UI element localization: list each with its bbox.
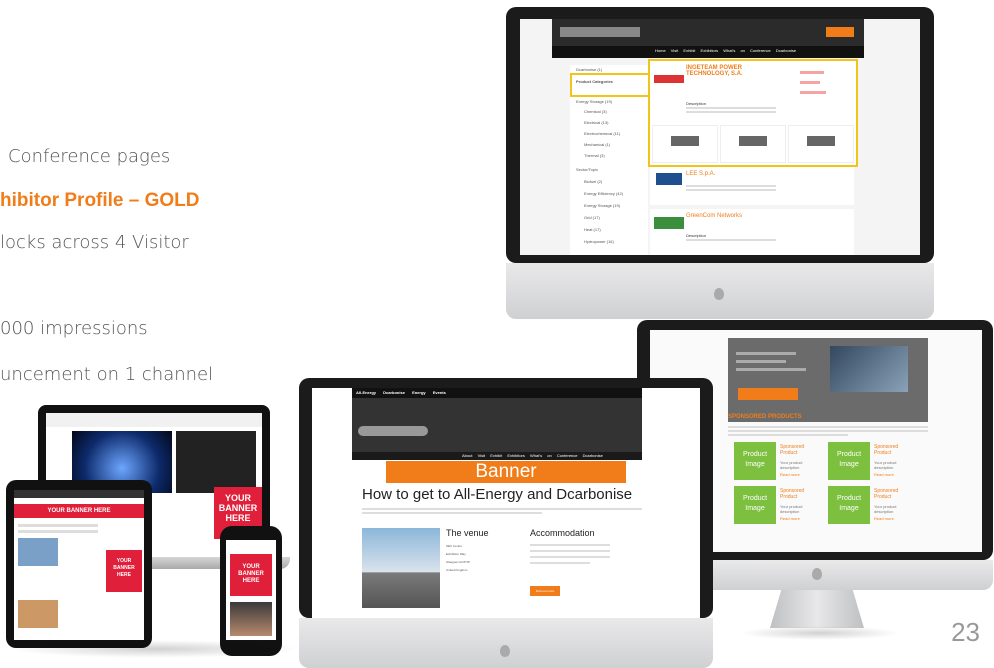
nav-item-exhibitors[interactable]: Exhibitors (701, 48, 719, 53)
banner-placeholder[interactable]: Banner (386, 461, 626, 483)
sidebar-item[interactable]: Chemical (3) (584, 109, 607, 114)
apple-logo-icon (812, 568, 822, 580)
sidebar-item[interactable]: Thermal (3) (584, 153, 605, 158)
bullet-exhibitor-profile-gold: hibitor Profile – GOLD (0, 190, 200, 211)
exhibitor-logo (654, 75, 684, 83)
sidebar-item[interactable]: Biofuel (2) (584, 179, 602, 184)
product-image[interactable]: Product Image (828, 486, 870, 524)
sidebar-item-product-categories[interactable]: Product Categories (576, 79, 613, 84)
sidebar-item[interactable]: Electrochemical (11) (584, 131, 620, 136)
banner-label: Banner (475, 461, 537, 482)
venue-address-line: Glasgow G3 8YW (446, 560, 470, 564)
top-link[interactable]: Dcarbonise (383, 390, 405, 395)
bullet-conference-pages: Conference pages (8, 146, 171, 167)
sidebar-item[interactable]: Energy Storage (19) (576, 99, 612, 104)
page-number: 23 (951, 617, 980, 647)
apple-logo-icon (714, 288, 724, 300)
sponsored-product-label[interactable]: Sponsored Product (780, 488, 816, 500)
nav-item[interactable]: Exhibitors (507, 453, 525, 458)
venue-photo (362, 528, 440, 608)
read-more-link[interactable]: Read more (874, 516, 894, 521)
exhibitor-name[interactable]: INGETEAM POWER TECHNOLOGY, S.A. (686, 65, 786, 77)
exhibitor-card-gold[interactable]: INGETEAM POWER TECHNOLOGY, S.A. Descript… (648, 59, 858, 167)
nav-item[interactable]: About (462, 453, 472, 458)
top-link[interactable]: All-Energy (356, 390, 376, 395)
exhibitor-name[interactable]: GreenCom Networks (686, 213, 742, 219)
top-link[interactable]: Energy Events (412, 390, 446, 395)
logo-icon (560, 27, 640, 37)
sidebar-item[interactable]: Energy Storage (19) (584, 203, 620, 208)
accommodation-title: Accommodation (530, 528, 595, 538)
sidebar-item[interactable]: Dcarbonise (1) (576, 67, 602, 72)
venue-address-line: Exhibition Way (446, 552, 466, 556)
sponsored-product-label[interactable]: Sponsored Product (874, 444, 910, 456)
exhibitor-name[interactable]: LEE S.p.A. (686, 171, 715, 177)
product-thumbnail[interactable] (652, 125, 718, 163)
nav-item-whats-on[interactable]: What's on (723, 48, 745, 53)
bullet-impressions: 000 impressions (0, 318, 148, 339)
register-button[interactable] (826, 27, 854, 37)
tablet-banner[interactable]: YOUR BANNER HERE (14, 504, 144, 518)
page-heading: How to get to All-Energy and Dcarbonise (362, 486, 633, 503)
sidebar-item[interactable]: Energy Efficiency (42) (584, 191, 623, 196)
bullet-announcement: uncement on 1 channel (0, 364, 214, 385)
venue-address-line: SEC Centre (446, 544, 463, 548)
sponsored-products-title: SPONSORED PRODUCTS (728, 414, 802, 420)
exhibitor-card[interactable]: GreenCom Networks Description (650, 209, 854, 255)
read-more-link[interactable]: Read more (874, 472, 894, 477)
product-description: Your product description (780, 504, 803, 514)
top-nav: Home Visit Exhibit Exhibitors What's on … (655, 48, 796, 53)
logo-icon (358, 426, 428, 436)
nav-item[interactable]: Visit (478, 453, 485, 458)
exhibitor-description-label: Description (686, 233, 707, 238)
sidebar-item[interactable]: Electrical (13) (584, 120, 608, 125)
venue-address-line: United Kingdom (446, 568, 468, 572)
tablet-screen: YOUR BANNER HERE YOUR BANNER HERE (14, 490, 144, 640)
sidebar-item[interactable]: Sector/Topic (576, 167, 598, 172)
nav-item-exhibit[interactable]: Exhibit (683, 48, 695, 53)
product-description: Your product description (780, 460, 803, 470)
sponsored-product-label[interactable]: Sponsored Product (780, 444, 816, 456)
exhibitor-description-label: Description (686, 101, 707, 106)
sidebar: Dcarbonise (1) Product Categories Energy… (570, 65, 650, 255)
product-description: Your product description (874, 504, 897, 514)
exhibitor-logo (654, 217, 684, 229)
bullet-blocks-visitor: locks across 4 Visitor (0, 232, 189, 253)
nav-item-dcarbonise[interactable]: Dcarbonise (776, 48, 796, 53)
product-image[interactable]: Product Image (734, 442, 776, 480)
nav-item[interactable]: Dcarbonise (583, 453, 603, 458)
apple-logo-icon (500, 645, 510, 657)
sidebar-item[interactable]: Heat (17) (584, 227, 601, 232)
exhibitor-logo (656, 173, 682, 185)
read-more-link[interactable]: Read more (780, 472, 800, 477)
imac-top-screen: Home Visit Exhibit Exhibitors What's on … (520, 19, 920, 255)
sidebar-item[interactable]: Mechanical (1) (584, 142, 610, 147)
sponsored-product-label[interactable]: Sponsored Product (874, 488, 910, 500)
phone-screen: YOUR BANNER HERE (226, 540, 276, 640)
find-out-more-button[interactable]: Find out more (530, 586, 560, 596)
exhibitor-card[interactable]: LEE S.p.A. (650, 167, 854, 205)
product-description: Your product description (874, 460, 897, 470)
sidebar-item[interactable]: Hydropower (16) (584, 239, 614, 244)
read-more-link[interactable]: Read more (780, 516, 800, 521)
nav-item-conference[interactable]: Conference (750, 48, 771, 53)
product-thumbnail[interactable] (788, 125, 854, 163)
product-thumbnail[interactable] (720, 125, 786, 163)
sidebar-item[interactable]: Grid (17) (584, 215, 600, 220)
event-photo (830, 346, 908, 392)
nav-item-home[interactable]: Home (655, 48, 666, 53)
nav-item[interactable]: Exhibit (490, 453, 502, 458)
tablet-side-banner[interactable]: YOUR BANNER HERE (106, 550, 142, 592)
imac-stand (770, 590, 864, 628)
nav-item-visit[interactable]: Visit (671, 48, 678, 53)
product-image[interactable]: Product Image (828, 442, 870, 480)
register-interest-button[interactable] (738, 388, 798, 400)
nav-item[interactable]: Conference (557, 453, 578, 458)
product-image[interactable]: Product Image (734, 486, 776, 524)
nav-item[interactable]: What's on (530, 453, 552, 458)
imac-middle-screen: All-Energy Dcarbonise Energy Events Abou… (312, 388, 700, 618)
phone-banner[interactable]: YOUR BANNER HERE (230, 554, 272, 596)
venue-title: The venue (446, 528, 489, 538)
